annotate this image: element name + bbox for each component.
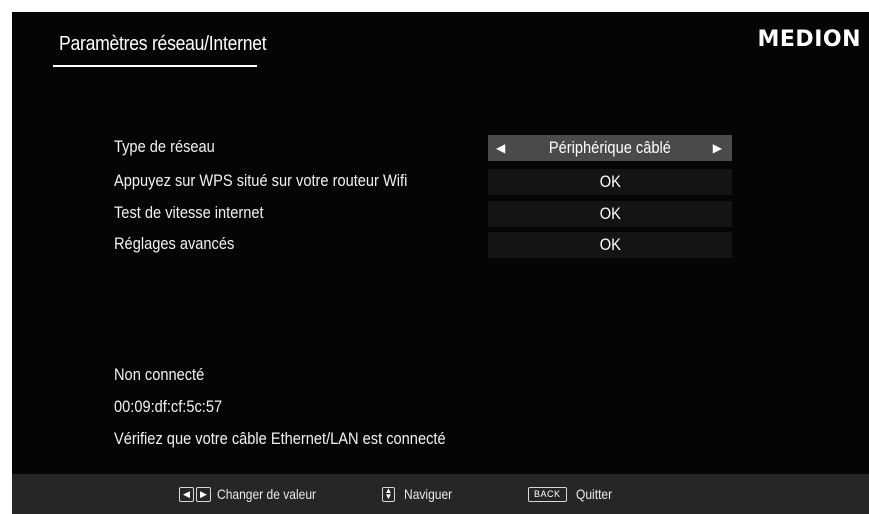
network-type-value: Périphérique câblé [549, 138, 671, 157]
setting-row-wps[interactable]: Appuyez sur WPS situé sur votre routeur … [12, 169, 869, 195]
mac-address: 00:09:df:cf:5c:57 [114, 397, 223, 416]
connection-status: Non connecté [114, 365, 205, 384]
advanced-settings-ok-button[interactable]: OK [488, 232, 732, 258]
page-title: Paramètres réseau/Internet [59, 33, 267, 55]
network-type-label: Type de réseau [114, 137, 215, 156]
title-underline [53, 65, 257, 67]
wps-ok-label: OK [599, 172, 621, 191]
arrow-right-icon[interactable]: ▶ [713, 135, 722, 161]
network-type-selector[interactable]: ◀ Périphérique câblé ▶ [488, 135, 732, 161]
arrow-left-icon[interactable]: ◀ [496, 135, 505, 161]
tv-screen: Paramètres réseau/Internet MEDION Type d… [12, 12, 869, 514]
navigate-label: Naviguer [404, 486, 453, 502]
up-down-key-icon: ▲ ▼ [382, 486, 395, 502]
hint-change-value: ◀ ▶ Changer de valeur [179, 484, 332, 504]
hint-navigate: ▲ ▼ Naviguer [382, 484, 460, 504]
speed-test-label: Test de vitesse internet [114, 203, 264, 222]
medion-logo: MEDION [757, 27, 861, 52]
quit-label: Quitter [575, 486, 612, 502]
down-triangle-icon: ▼ [384, 492, 393, 501]
change-value-label: Changer de valeur [217, 486, 317, 502]
speed-test-ok-button[interactable]: OK [488, 201, 732, 227]
setting-row-speed-test[interactable]: Test de vitesse internet OK [12, 201, 869, 227]
status-message: Vérifiez que votre câble Ethernet/LAN es… [114, 429, 446, 448]
hint-quit: BACK Quitter [528, 484, 618, 504]
wps-label: Appuyez sur WPS situé sur votre routeur … [114, 171, 408, 190]
wps-ok-button[interactable]: OK [488, 169, 732, 195]
advanced-settings-label: Réglages avancés [114, 234, 235, 253]
setting-row-network-type[interactable]: Type de réseau ◀ Périphérique câblé ▶ [12, 135, 869, 161]
back-key-icon: BACK [528, 486, 567, 502]
left-key-icon: ◀ [179, 486, 194, 502]
speed-test-ok-label: OK [599, 204, 621, 223]
advanced-settings-ok-label: OK [599, 235, 621, 254]
right-key-icon: ▶ [196, 486, 211, 502]
setting-row-advanced[interactable]: Réglages avancés OK [12, 232, 869, 258]
footer-hint-bar: ◀ ▶ Changer de valeur ▲ ▼ Naviguer BACK … [12, 474, 869, 514]
